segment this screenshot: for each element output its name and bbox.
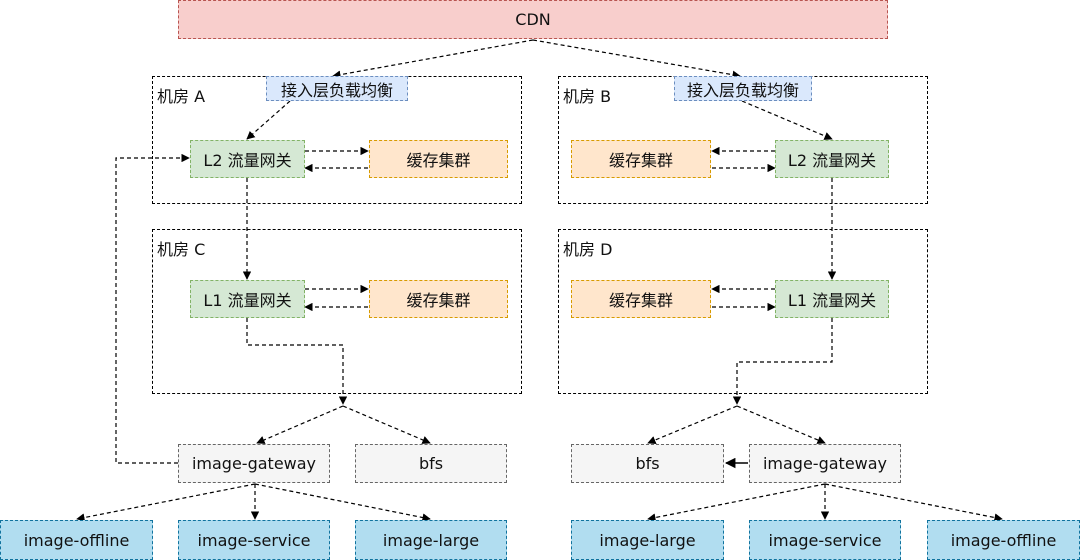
cdn-box[interactable]: CDN (178, 0, 888, 39)
left-image-offline-label: image-offline (23, 530, 130, 550)
left-bfs[interactable]: bfs (355, 444, 507, 483)
room-c-l1-gateway-label: L1 流量网关 (203, 291, 292, 310)
edge-right-to-image-offline (824, 483, 1003, 522)
cdn-label: CDN (515, 10, 551, 29)
room-a-load-balancer[interactable]: 接入层负载均衡 (266, 76, 408, 101)
left-image-large[interactable]: image-large (355, 520, 507, 560)
room-c-cache-cluster[interactable]: 缓存集群 (369, 280, 508, 318)
left-image-service[interactable]: image-service (178, 520, 330, 560)
room-b-l2-gateway[interactable]: L2 流量网关 (775, 140, 889, 178)
room-b-l2-gateway-label: L2 流量网关 (787, 151, 877, 170)
right-image-gateway[interactable]: image-gateway (749, 444, 901, 483)
left-bfs-label: bfs (418, 454, 444, 473)
room-a-load-balancer-label: 接入层负载均衡 (280, 80, 393, 100)
edge-left-to-image-large (254, 483, 431, 522)
edge-left-to-bfs (342, 405, 431, 444)
edge-right-to-bfs (647, 405, 738, 444)
room-d-l1-gateway-label: L1 流量网关 (787, 291, 877, 310)
room-d-l1-gateway[interactable]: L1 流量网关 (775, 280, 889, 318)
right-bfs[interactable]: bfs (571, 444, 724, 483)
room-c-label: 机房 C (157, 240, 206, 259)
room-d-cache-cluster[interactable]: 缓存集群 (571, 280, 711, 318)
left-image-offline[interactable]: image-offline (0, 520, 153, 560)
left-image-large-label: image-large (382, 530, 480, 550)
edge-left-to-image-offline (76, 483, 256, 522)
right-bfs-label: bfs (635, 454, 660, 473)
left-image-gateway-label: image-gateway (191, 454, 317, 473)
room-b-label: 机房 B (563, 87, 612, 106)
room-d-cache-cluster-label: 缓存集群 (608, 291, 673, 310)
right-image-large[interactable]: image-large (571, 520, 724, 560)
edge-right-to-image-large (647, 483, 826, 522)
right-image-gateway-label: image-gateway (762, 454, 888, 473)
right-image-service-label: image-service (768, 530, 882, 550)
edge-cdn-lb-b (532, 39, 741, 79)
edge-right-to-image-gateway (736, 405, 826, 444)
left-image-gateway[interactable]: image-gateway (178, 444, 330, 483)
room-c-cache-cluster-label: 缓存集群 (406, 291, 471, 310)
room-a-cache-cluster[interactable]: 缓存集群 (369, 140, 508, 178)
right-image-large-label: image-large (599, 530, 696, 550)
room-d-label: 机房 D (563, 240, 613, 259)
right-image-service[interactable]: image-service (749, 520, 901, 560)
room-c-l1-gateway[interactable]: L1 流量网关 (190, 280, 305, 318)
room-b-cache-cluster[interactable]: 缓存集群 (571, 140, 711, 178)
right-image-offline[interactable]: image-offline (927, 520, 1080, 560)
room-a-cache-cluster-label: 缓存集群 (406, 151, 471, 170)
edge-left-to-image-gateway (256, 405, 344, 444)
left-image-service-label: image-service (197, 530, 311, 550)
room-b-load-balancer-label: 接入层负载均衡 (686, 80, 799, 100)
edge-cdn-lb-a (332, 39, 534, 79)
architecture-diagram: CDN 机房 A 机房 B 机房 C 机房 D 接入层负载均衡 接入层负载均衡 … (0, 0, 1080, 560)
room-a-l2-gateway-label: L2 流量网关 (203, 151, 292, 170)
room-a-label: 机房 A (157, 87, 206, 106)
room-b-cache-cluster-label: 缓存集群 (608, 151, 673, 170)
room-b-load-balancer[interactable]: 接入层负载均衡 (674, 76, 812, 101)
room-a-l2-gateway[interactable]: L2 流量网关 (190, 140, 305, 178)
right-image-offline-label: image-offline (950, 530, 1057, 550)
